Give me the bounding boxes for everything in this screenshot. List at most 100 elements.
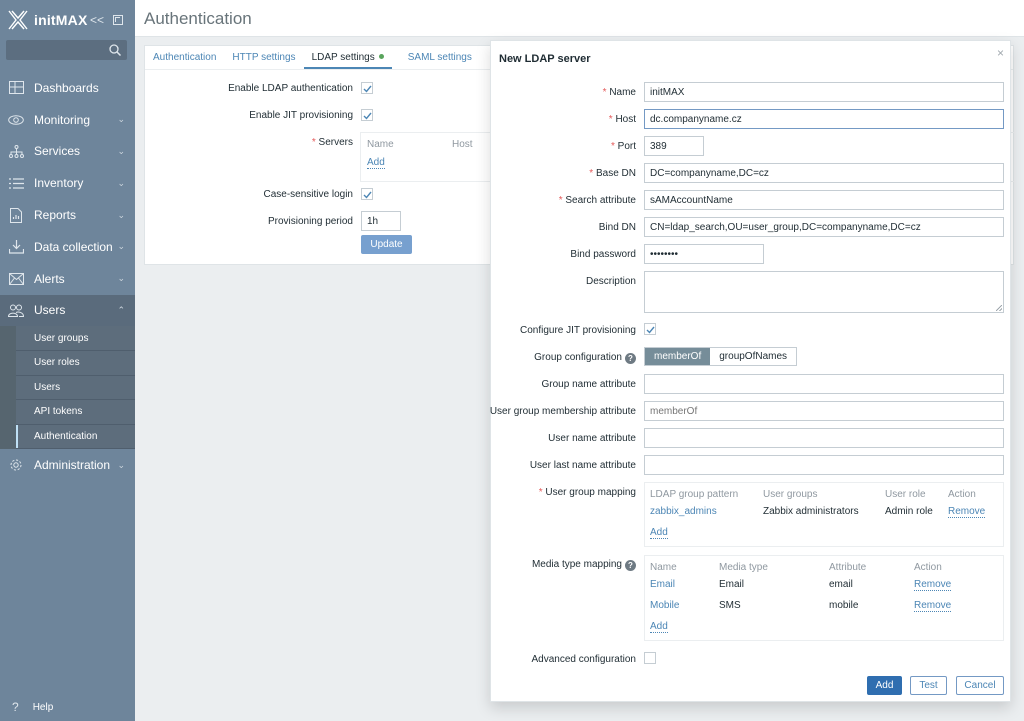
main-nav: Dashboards Monitoring ⌄ Services ⌄ Inven… — [0, 72, 135, 481]
scrollbar-track[interactable] — [1011, 265, 1024, 721]
initmax-logo-icon — [8, 10, 28, 30]
configure-jit-checkbox[interactable] — [644, 323, 656, 335]
user-groups-cell: Zabbix administrators — [763, 506, 859, 517]
kiosk-mode-icon[interactable] — [113, 15, 123, 25]
option-memberof[interactable]: memberOf — [645, 348, 711, 365]
name-input[interactable] — [644, 82, 1004, 102]
chevron-down-icon: ⌄ — [117, 241, 125, 252]
media-type-mapping-label: Media type mapping? — [532, 559, 636, 571]
column-header-action: Action — [914, 562, 942, 573]
provisioning-period-input[interactable] — [361, 211, 401, 231]
cancel-button[interactable]: Cancel — [956, 676, 1004, 695]
users-submenu: User groups User roles Users API tokens … — [0, 326, 135, 450]
host-label: * Host — [608, 114, 636, 125]
nav-label: Services — [34, 144, 81, 159]
nav-item-reports[interactable]: Reports ⌄ — [0, 199, 135, 231]
media-type-mapping-table: Name Media type Attribute Action Email E… — [644, 555, 1004, 641]
report-icon — [8, 207, 24, 223]
enable-jit-checkbox[interactable] — [361, 109, 373, 121]
base-dn-input[interactable] — [644, 163, 1004, 183]
nav-label: Reports — [34, 208, 77, 223]
chevron-down-icon: ⌄ — [117, 209, 125, 220]
help-link[interactable]: ? Help — [12, 700, 53, 714]
submenu-item-authentication[interactable]: Authentication — [16, 424, 135, 450]
media-name-link[interactable]: Mobile — [650, 600, 679, 611]
nav-item-inventory[interactable]: Inventory ⌄ — [0, 167, 135, 199]
nav-item-alerts[interactable]: Alerts ⌄ — [0, 263, 135, 295]
column-header-name: Name — [650, 562, 677, 573]
servers-label: * Servers — [311, 137, 353, 148]
name-label: * Name — [602, 87, 636, 98]
remove-link[interactable]: Remove — [948, 506, 986, 518]
collapse-sidebar-icon[interactable]: << — [90, 13, 104, 27]
nav-label: Alerts — [34, 271, 65, 286]
submenu-item-user-roles[interactable]: User roles — [16, 350, 135, 376]
update-button[interactable]: Update — [361, 235, 412, 254]
services-icon — [8, 143, 24, 159]
description-label: Description — [585, 276, 636, 287]
chevron-down-icon: ⌄ — [117, 273, 125, 284]
submenu-item-api-tokens[interactable]: API tokens — [16, 400, 135, 425]
help-icon[interactable]: ? — [625, 353, 636, 364]
nav-item-monitoring[interactable]: Monitoring ⌄ — [0, 104, 135, 136]
checkmark-icon — [363, 85, 372, 93]
port-input[interactable] — [644, 136, 704, 156]
column-header-host: Host — [452, 139, 473, 150]
add-button[interactable]: Add — [867, 676, 902, 695]
chevron-up-icon: ⌃ — [117, 304, 125, 315]
submenu-item-users[interactable]: Users — [16, 375, 135, 401]
add-server-link[interactable]: Add — [367, 157, 385, 169]
bind-dn-label: Bind DN — [598, 222, 636, 233]
media-type-cell: Email — [719, 579, 745, 590]
test-button[interactable]: Test — [910, 676, 947, 695]
submenu-item-user-groups[interactable]: User groups — [16, 326, 135, 351]
remove-link[interactable]: Remove — [914, 579, 952, 591]
advanced-configuration-checkbox[interactable] — [644, 652, 656, 664]
close-icon[interactable]: × — [997, 46, 1004, 60]
group-name-attribute-label: Group name attribute — [541, 379, 637, 390]
tab-http-settings[interactable]: HTTP settings — [232, 46, 295, 69]
checkmark-icon — [363, 112, 372, 120]
option-groupofnames[interactable]: groupOfNames — [710, 348, 797, 365]
help-label: Help — [32, 701, 54, 713]
advanced-configuration-label: Advanced configuration — [531, 654, 636, 665]
column-header-media-type: Media type — [719, 562, 768, 573]
ldap-group-pattern-link[interactable]: zabbix_admins — [650, 506, 717, 517]
group-name-attribute-input[interactable] — [644, 374, 1004, 394]
case-sensitive-checkbox[interactable] — [361, 188, 373, 200]
column-header-ldap-group-pattern: LDAP group pattern — [650, 489, 739, 500]
enable-jit-label: Enable JIT provisioning — [249, 110, 353, 121]
group-configuration-toggle: memberOf groupOfNames — [644, 347, 798, 366]
chevron-down-icon: ⌄ — [117, 114, 125, 125]
resize-grip-icon[interactable] — [996, 305, 1002, 311]
tab-saml-settings[interactable]: SAML settings — [408, 46, 472, 69]
user-group-mapping-table: LDAP group pattern User groups User role… — [644, 482, 1004, 547]
add-media-type-mapping-link[interactable]: Add — [650, 621, 668, 633]
user-role-cell: Admin role — [885, 506, 933, 517]
configure-jit-label: Configure JIT provisioning — [520, 325, 636, 336]
search-icon[interactable] — [108, 43, 122, 57]
tab-label: LDAP settings — [311, 52, 375, 63]
add-user-group-mapping-link[interactable]: Add — [650, 527, 668, 539]
user-last-name-attribute-input[interactable] — [644, 455, 1004, 475]
nav-item-data-collection[interactable]: Data collection ⌄ — [0, 231, 135, 263]
help-icon[interactable]: ? — [625, 560, 636, 571]
bind-password-input[interactable] — [644, 244, 764, 264]
tab-authentication[interactable]: Authentication — [153, 46, 216, 69]
bind-dn-input[interactable] — [644, 217, 1004, 237]
description-textarea[interactable] — [644, 271, 1004, 313]
media-name-link[interactable]: Email — [650, 579, 675, 590]
attribute-cell: email — [829, 579, 853, 590]
user-name-attribute-input[interactable] — [644, 428, 1004, 448]
remove-link[interactable]: Remove — [914, 600, 952, 612]
column-header-user-role: User role — [885, 489, 926, 500]
tab-ldap-settings[interactable]: LDAP settings — [303, 46, 392, 69]
enable-ldap-checkbox[interactable] — [361, 82, 373, 94]
host-input[interactable] — [644, 109, 1004, 129]
nav-item-dashboards[interactable]: Dashboards — [0, 72, 135, 104]
search-attribute-input[interactable] — [644, 190, 1004, 210]
nav-item-users[interactable]: Users ⌃ — [0, 294, 135, 327]
nav-item-services[interactable]: Services ⌄ — [0, 136, 135, 168]
user-group-membership-attribute-input[interactable] — [644, 401, 1004, 421]
nav-item-administration[interactable]: Administration ⌄ — [0, 449, 135, 481]
